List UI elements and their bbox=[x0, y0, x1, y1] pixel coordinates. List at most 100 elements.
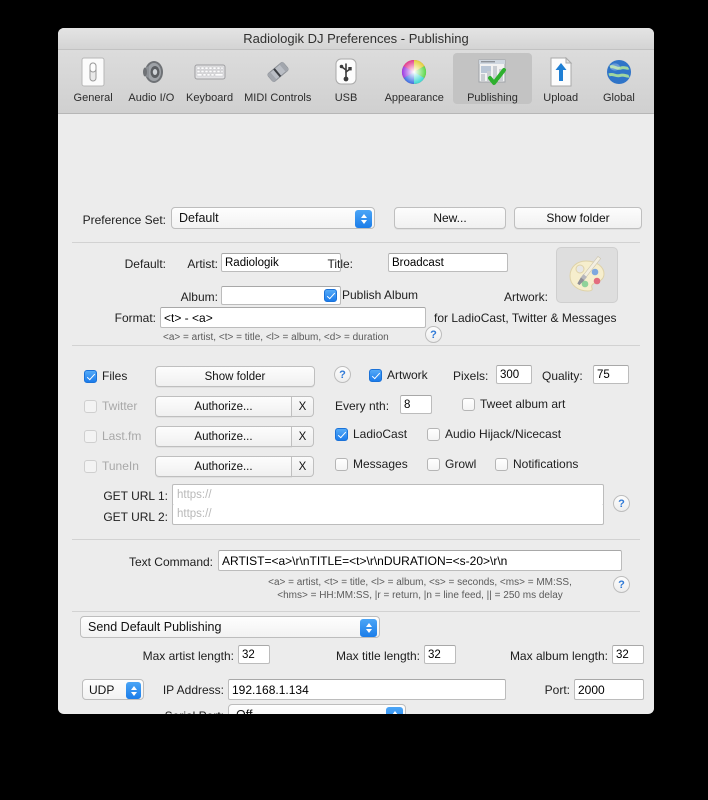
midi-icon bbox=[261, 55, 295, 89]
title-input[interactable] bbox=[388, 253, 508, 272]
audio-hijack-checkbox[interactable]: Audio Hijack/Nicecast bbox=[427, 427, 561, 441]
checkbox-box bbox=[84, 459, 97, 473]
new-preference-set-button[interactable]: New... bbox=[394, 207, 506, 229]
toolbar-item-general[interactable]: General bbox=[64, 53, 122, 104]
ip-address-label: IP Address: bbox=[162, 683, 224, 697]
pixels-input[interactable] bbox=[496, 365, 532, 384]
max-artist-length-label: Max artist length: bbox=[142, 649, 234, 663]
ip-address-input[interactable] bbox=[228, 679, 506, 700]
text-command-hint-line1: <a> = artist, <t> = title, <l> = album, … bbox=[268, 577, 572, 588]
chevron-updown-icon bbox=[355, 210, 372, 228]
chevron-updown-icon bbox=[386, 707, 403, 714]
toolbar-label-usb: USB bbox=[334, 92, 358, 104]
ladiocast-label: LadioCast bbox=[353, 427, 408, 441]
geturl2-input[interactable] bbox=[173, 504, 603, 524]
general-icon bbox=[76, 55, 110, 89]
text-command-help-label: ? bbox=[618, 578, 625, 591]
toolbar-item-audio-io[interactable]: Audio I/O bbox=[122, 53, 180, 104]
artwork-checkbox[interactable]: Artwork bbox=[369, 368, 428, 382]
format-input[interactable] bbox=[160, 307, 426, 328]
toolbar-item-midi-controls[interactable]: MIDI Controls bbox=[239, 53, 317, 104]
colorwheel-icon bbox=[397, 55, 431, 89]
window-titlebar: Radiologik DJ Preferences - Publishing bbox=[58, 28, 654, 50]
audio-hijack-label: Audio Hijack/Nicecast bbox=[445, 427, 562, 441]
tweet-album-art-checkbox[interactable]: Tweet album art bbox=[462, 397, 565, 411]
toolbar-item-upload[interactable]: Upload bbox=[532, 53, 590, 104]
files-checkbox[interactable]: Files bbox=[84, 369, 127, 383]
lastfm-checkbox[interactable]: Last.fm bbox=[84, 429, 141, 443]
checkbox-box bbox=[324, 288, 337, 302]
quality-input[interactable] bbox=[593, 365, 629, 384]
preferences-content: Preference Set: Default New... Show fold… bbox=[58, 114, 654, 714]
toolbar-item-usb[interactable]: USB bbox=[317, 53, 375, 104]
geturl1-input[interactable] bbox=[173, 485, 603, 505]
twitter-checkbox[interactable]: Twitter bbox=[84, 399, 137, 413]
files-help-label: ? bbox=[339, 368, 346, 381]
serial-port-select[interactable]: Off bbox=[228, 704, 406, 714]
port-input[interactable] bbox=[574, 679, 644, 700]
tunein-authorize-label: Authorize... bbox=[194, 460, 253, 473]
notifications-checkbox[interactable]: Notifications bbox=[495, 457, 578, 471]
palette-icon bbox=[569, 256, 605, 292]
geturl1-label: GET URL 1: bbox=[103, 489, 168, 503]
globe-icon bbox=[602, 55, 636, 89]
album-input[interactable] bbox=[221, 286, 341, 305]
twitter-clear-label: X bbox=[298, 400, 307, 413]
album-label: Album: bbox=[180, 290, 218, 304]
preferences-toolbar: General Audio I/O Keyboard MIDI Controls… bbox=[58, 50, 654, 114]
toolbar-item-publishing[interactable]: Publishing bbox=[453, 53, 532, 104]
notifications-label: Notifications bbox=[513, 457, 579, 471]
files-help-button[interactable]: ? bbox=[334, 366, 351, 383]
quality-label: Quality: bbox=[542, 369, 583, 383]
tweet-album-art-label: Tweet album art bbox=[480, 397, 566, 411]
geturl-help-label: ? bbox=[618, 497, 625, 510]
toolbar-item-keyboard[interactable]: Keyboard bbox=[180, 53, 238, 104]
divider-geturl bbox=[72, 539, 640, 540]
tunein-authorize-button[interactable]: Authorize... bbox=[155, 456, 292, 477]
checkbox-box bbox=[84, 429, 97, 443]
geturl-help-button[interactable]: ? bbox=[613, 495, 630, 512]
files-label: Files bbox=[102, 369, 128, 383]
messages-label: Messages bbox=[353, 457, 408, 471]
files-show-folder-button[interactable]: Show folder bbox=[155, 366, 315, 387]
toolbar-item-global[interactable]: Global bbox=[590, 53, 648, 104]
max-album-length-input[interactable] bbox=[612, 645, 644, 664]
show-prefs-folder-button[interactable]: Show folder bbox=[514, 207, 642, 229]
twitter-authorize-button[interactable]: Authorize... bbox=[155, 396, 292, 417]
preference-set-select[interactable]: Default bbox=[171, 207, 375, 229]
tunein-label: TuneIn bbox=[102, 459, 139, 473]
format-help-button[interactable]: ? bbox=[425, 326, 442, 343]
twitter-clear-button[interactable]: X bbox=[292, 396, 314, 417]
tunein-checkbox[interactable]: TuneIn bbox=[84, 459, 139, 473]
lastfm-clear-button[interactable]: X bbox=[292, 426, 314, 447]
toolbar-label-keyboard: Keyboard bbox=[186, 92, 234, 104]
artist-label: Artist: bbox=[187, 257, 218, 271]
send-mode-select[interactable]: Send Default Publishing bbox=[80, 616, 380, 638]
protocol-select[interactable]: UDP bbox=[82, 679, 144, 700]
ladiocast-checkbox[interactable]: LadioCast bbox=[335, 427, 407, 441]
growl-checkbox[interactable]: Growl bbox=[427, 457, 476, 471]
lastfm-authorize-button[interactable]: Authorize... bbox=[155, 426, 292, 447]
keyboard-icon bbox=[193, 55, 227, 89]
text-command-input[interactable] bbox=[218, 550, 622, 571]
geturl2-label: GET URL 2: bbox=[103, 510, 168, 524]
toolbar-item-appearance[interactable]: Appearance bbox=[375, 53, 453, 104]
toolbar-label-publishing: Publishing bbox=[467, 92, 518, 104]
lastfm-label: Last.fm bbox=[102, 429, 142, 443]
max-title-length-input[interactable] bbox=[424, 645, 456, 664]
upload-icon bbox=[544, 55, 578, 89]
messages-checkbox[interactable]: Messages bbox=[335, 457, 408, 471]
toolbar-label-midi-controls: MIDI Controls bbox=[244, 92, 312, 104]
publish-album-checkbox[interactable]: Publish Album bbox=[324, 288, 418, 302]
title-label: Title: bbox=[327, 257, 353, 271]
max-artist-length-input[interactable] bbox=[238, 645, 270, 664]
checkbox-box bbox=[84, 369, 97, 383]
tunein-clear-button[interactable]: X bbox=[292, 456, 314, 477]
text-command-help-button[interactable]: ? bbox=[613, 576, 630, 593]
format-label: Format: bbox=[114, 311, 156, 325]
artwork-preview-well[interactable] bbox=[556, 247, 618, 303]
twitter-authorize-label: Authorize... bbox=[194, 400, 253, 413]
toolbar-label-general: General bbox=[73, 92, 113, 104]
every-nth-input[interactable] bbox=[400, 395, 432, 414]
lastfm-authorize-label: Authorize... bbox=[194, 430, 253, 443]
